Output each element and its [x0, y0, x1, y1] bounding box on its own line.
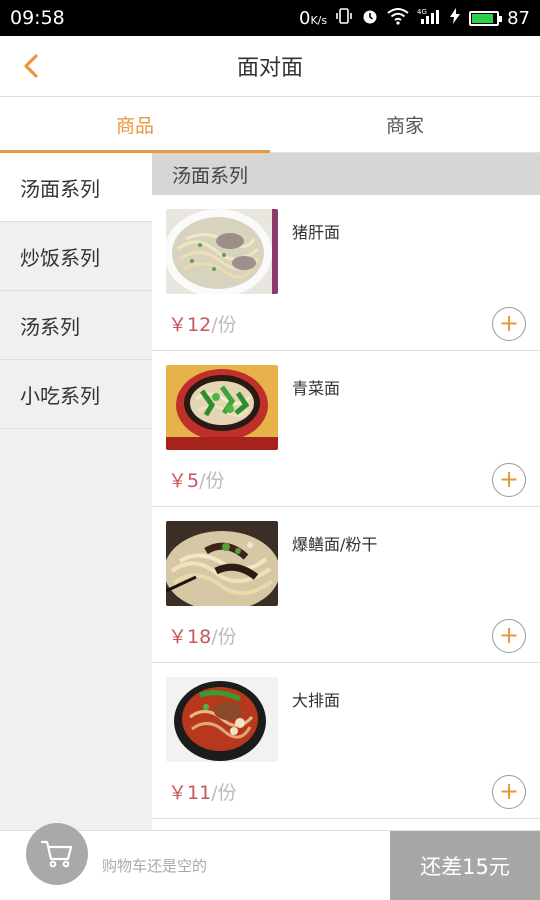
cart-empty-text: 购物车还是空的 — [102, 857, 208, 875]
add-to-cart-button[interactable]: + — [492, 775, 526, 809]
add-to-cart-button[interactable]: + — [492, 307, 526, 341]
alarm-icon — [361, 7, 379, 30]
cart-bar: 购物车还是空的 还差15元 — [0, 823, 540, 900]
svg-text:4G: 4G — [417, 8, 427, 16]
product-price: ￥18/份 — [168, 622, 237, 649]
back-button[interactable] — [14, 48, 50, 84]
price-value: ￥5 — [168, 470, 200, 492]
product-item[interactable]: 猪肝面 ￥12/份 + — [152, 195, 540, 351]
product-name: 爆鳝面/粉干 — [292, 535, 378, 554]
battery-fill — [472, 13, 493, 23]
chevron-left-icon — [24, 54, 38, 78]
price-value: ￥12 — [168, 314, 212, 336]
tab-merchant[interactable]: 商家 — [270, 97, 540, 152]
category-sidebar: 汤面系列 炒饭系列 汤系列 小吃系列 — [0, 153, 152, 830]
product-image — [166, 521, 278, 606]
product-price: ￥5/份 — [168, 466, 225, 493]
price-unit: /份 — [211, 626, 237, 648]
product-name: 青菜面 — [292, 379, 341, 398]
product-item[interactable]: 大排面 ￥11/份 + — [152, 663, 540, 819]
battery-icon — [469, 10, 503, 26]
signal-icon: 4G — [417, 7, 441, 30]
sidebar-item-fried-rice[interactable]: 炒饭系列 — [0, 222, 152, 291]
plus-icon: + — [498, 309, 520, 337]
product-image — [166, 677, 278, 762]
price-value: ￥11 — [168, 782, 212, 804]
checkout-button[interactable]: 还差15元 — [390, 831, 540, 900]
vibrate-icon — [335, 7, 353, 30]
plus-icon: + — [498, 621, 520, 649]
product-item[interactable]: 爆鳝面/粉干 ￥18/份 + — [152, 507, 540, 663]
tab-bar: 商品 商家 — [0, 97, 540, 153]
status-time: 09:58 — [10, 7, 65, 29]
title-bar: 面对面 — [0, 36, 540, 97]
product-item[interactable]: 青菜面 ￥5/份 + — [152, 351, 540, 507]
product-image — [166, 209, 278, 294]
add-to-cart-button[interactable]: + — [492, 463, 526, 497]
price-unit: /份 — [211, 314, 237, 336]
product-price: ￥12/份 — [168, 310, 237, 337]
product-name: 猪肝面 — [292, 223, 341, 242]
sidebar-item-snacks[interactable]: 小吃系列 — [0, 360, 152, 429]
page-title: 面对面 — [236, 56, 303, 81]
network-speed-value: 0 — [298, 7, 311, 29]
wifi-icon — [387, 7, 409, 30]
cart-button[interactable] — [26, 823, 88, 885]
status-icons: 0K/s 4G 87 — [299, 7, 530, 30]
charging-icon — [449, 7, 461, 30]
sidebar-item-soup-noodles[interactable]: 汤面系列 — [0, 153, 152, 222]
shopping-cart-icon — [40, 840, 73, 868]
add-to-cart-button[interactable]: + — [492, 619, 526, 653]
price-value: ￥18 — [168, 626, 212, 648]
network-speed-unit: K/s — [310, 13, 328, 27]
price-unit: /份 — [211, 782, 237, 804]
product-list: 汤面系列 猪肝面 ￥12/份 + 青菜面 ￥5/份 + 爆鳝面/粉干 ￥18/份… — [152, 153, 540, 830]
price-unit: /份 — [199, 470, 225, 492]
tab-products[interactable]: 商品 — [0, 97, 270, 153]
battery-percent: 87 — [507, 7, 530, 29]
network-speed: 0K/s — [299, 8, 327, 29]
plus-icon: + — [498, 777, 520, 805]
plus-icon: + — [498, 465, 520, 493]
product-price: ￥11/份 — [168, 778, 237, 805]
product-image — [166, 365, 278, 450]
section-header: 汤面系列 — [152, 153, 540, 195]
status-bar: 09:58 0K/s 4G 87 — [0, 0, 540, 36]
product-name: 大排面 — [292, 691, 341, 710]
sidebar-item-soup[interactable]: 汤系列 — [0, 291, 152, 360]
